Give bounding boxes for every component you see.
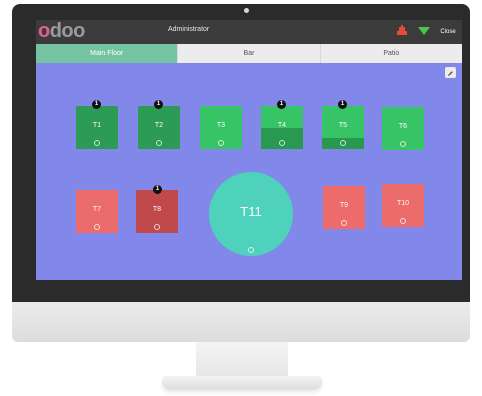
order-count-badge: 1 (154, 100, 163, 109)
table-name: T5 (338, 122, 348, 129)
table-name: T1 (92, 122, 102, 129)
table-seats-icon (340, 140, 346, 146)
proxy-status-icon[interactable] (396, 23, 408, 41)
table-seats-icon (94, 224, 100, 230)
table-t11[interactable]: T11 (209, 172, 293, 256)
table-t7[interactable]: T7 (76, 190, 118, 233)
tab-bar[interactable]: Bar (178, 44, 321, 63)
monitor-stand-base (162, 376, 322, 390)
table-name: T10 (396, 200, 410, 207)
logo-rest: doo (49, 20, 86, 42)
table-seats-icon (154, 224, 160, 230)
table-name: T4 (277, 122, 287, 129)
floor-plan: T1 T2 T3 T4 T5 T6 T7 T8 T11 T9 T10 1 1 1… (36, 63, 462, 280)
table-name: T3 (216, 122, 226, 129)
status-icons (396, 23, 430, 41)
user-name[interactable]: Administrator (168, 26, 209, 33)
close-button[interactable]: Close (438, 25, 458, 39)
odoo-logo: odoo (38, 19, 85, 43)
monitor-stand-neck (196, 342, 288, 378)
table-seats-icon (218, 140, 224, 146)
table-name: T6 (398, 123, 408, 130)
table-t8[interactable]: T8 (136, 190, 178, 233)
table-seats-icon (400, 141, 406, 147)
table-seats-icon (248, 247, 254, 253)
pencil-icon (447, 64, 454, 82)
table-name: T9 (339, 202, 349, 209)
order-count-badge: 1 (153, 185, 162, 194)
table-t5[interactable]: T5 (322, 106, 364, 149)
table-t6[interactable]: T6 (382, 107, 424, 150)
table-seats-icon (400, 218, 406, 224)
wifi-icon[interactable] (418, 23, 430, 41)
table-t4[interactable]: T4 (261, 106, 303, 149)
table-name: T2 (154, 122, 164, 129)
logo-first-letter: o (38, 20, 50, 42)
order-count-badge: 1 (277, 100, 286, 109)
order-count-badge: 1 (92, 100, 101, 109)
table-t1[interactable]: T1 (76, 106, 118, 149)
table-seats-icon (279, 140, 285, 146)
table-seats-icon (341, 220, 347, 226)
table-name: T8 (152, 206, 162, 213)
floor-tabs: Main Floor Bar Patio (36, 44, 462, 63)
table-t9[interactable]: T9 (323, 186, 365, 229)
table-name: T7 (92, 206, 102, 213)
pos-top-bar: odoo Administrator Close (36, 20, 462, 44)
monitor-chin (12, 302, 470, 342)
order-count-badge: 1 (338, 100, 347, 109)
table-seats-icon (156, 140, 162, 146)
edit-floor-button[interactable] (445, 67, 456, 78)
table-name: T11 (240, 204, 262, 219)
table-seats-icon (94, 140, 100, 146)
tab-main-floor[interactable]: Main Floor (36, 44, 179, 63)
table-t2[interactable]: T2 (138, 106, 180, 149)
table-t10[interactable]: T10 (382, 184, 424, 227)
table-t3[interactable]: T3 (200, 106, 242, 149)
camera-dot (244, 8, 249, 13)
tab-patio[interactable]: Patio (321, 44, 462, 63)
